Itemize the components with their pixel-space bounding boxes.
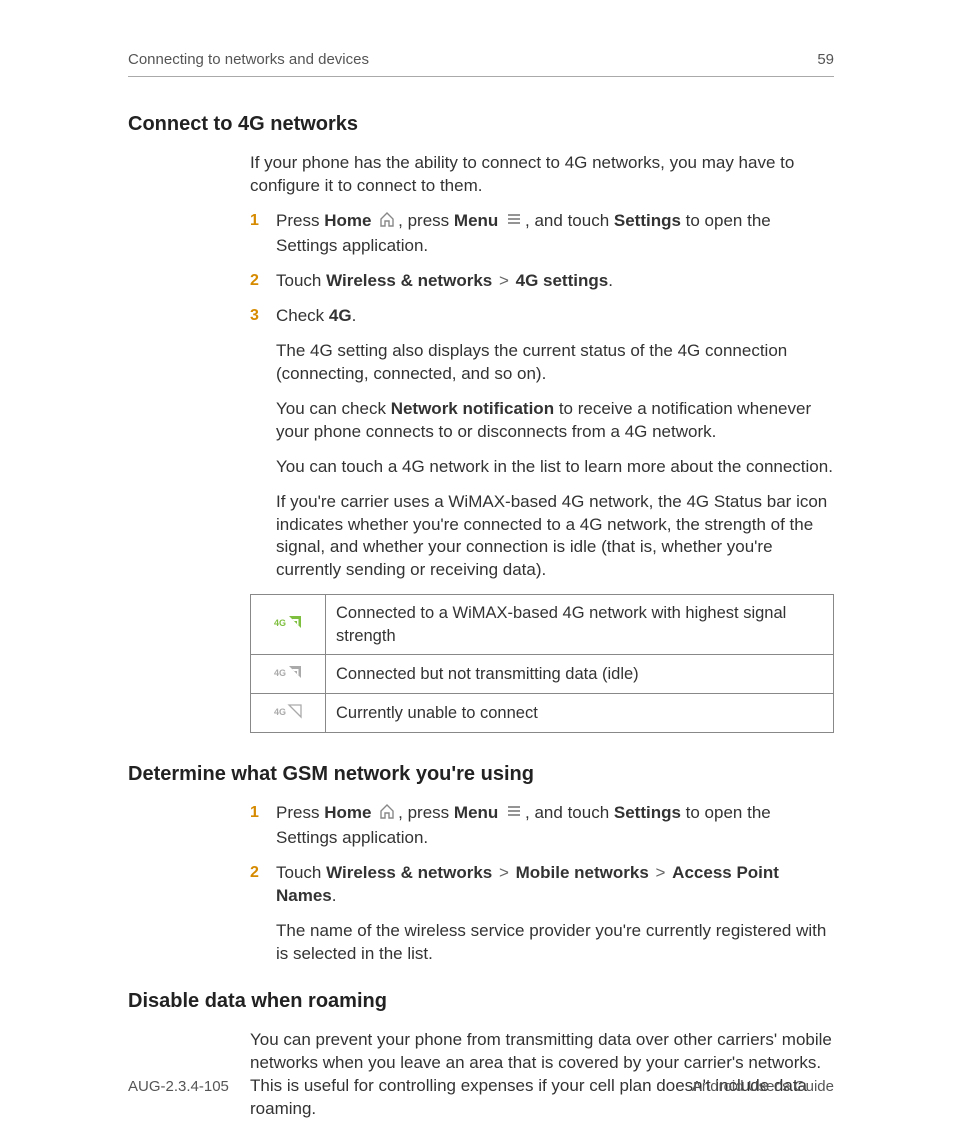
footer-left: AUG-2.3.4-105 (128, 1077, 229, 1097)
step-text: Touch Wireless & networks > 4G settings. (276, 270, 834, 293)
table-row: Connected but not transmitting data (idl… (251, 654, 834, 693)
step-number: 3 (250, 305, 259, 327)
step-2: 2 Touch Wireless & networks > 4G setting… (250, 270, 834, 293)
paragraph: You can check Network notification to re… (276, 398, 834, 444)
paragraph: If you're carrier uses a WiMAX-based 4G … (276, 491, 834, 583)
step-2: 2 Touch Wireless & networks > Mobile net… (250, 862, 834, 966)
signal-icon-table: Connected to a WiMAX-based 4G network wi… (250, 594, 834, 733)
label-settings: Settings (614, 803, 681, 822)
label-menu: Menu (454, 211, 498, 230)
heading-disable-roaming: Disable data when roaming (128, 988, 834, 1015)
step-number: 2 (250, 862, 259, 884)
page-content: Connecting to networks and devices 59 Co… (128, 50, 834, 1133)
step-number: 1 (250, 802, 259, 824)
table-row: Connected to a WiMAX-based 4G network wi… (251, 595, 834, 655)
signal-4g-idle-icon (272, 662, 304, 686)
cell-icon (251, 654, 326, 693)
header-title: Connecting to networks and devices (128, 50, 369, 70)
paragraph: The 4G setting also displays the current… (276, 340, 834, 386)
label-home: Home (324, 211, 371, 230)
label-4g: 4G (329, 306, 352, 325)
step-number: 2 (250, 270, 259, 292)
step-text: Touch Wireless & networks > Mobile netwo… (276, 862, 834, 908)
cell-icon (251, 694, 326, 733)
step-3: 3 Check 4G. The 4G setting also displays… (250, 305, 834, 582)
cell-icon (251, 595, 326, 655)
step-number: 1 (250, 210, 259, 232)
label-network-notification: Network notification (391, 399, 554, 418)
step-1: 1 Press Home , press Menu , and touch Se… (250, 802, 834, 850)
label-wireless-networks: Wireless & networks (326, 271, 492, 290)
step-1: 1 Press Home , press Menu , and touch Se… (250, 210, 834, 258)
label-settings: Settings (614, 211, 681, 230)
page-footer: AUG-2.3.4-105 Android User's Guide (128, 1077, 834, 1097)
intro-paragraph: If your phone has the ability to connect… (250, 152, 834, 198)
label-menu: Menu (454, 803, 498, 822)
step-text: Press Home , press Menu , and touch Sett… (276, 210, 834, 258)
label-home: Home (324, 803, 371, 822)
paragraph: You can prevent your phone from transmit… (250, 1029, 834, 1121)
signal-4g-green-icon (272, 612, 304, 636)
menu-icon (505, 210, 523, 235)
table-row: Currently unable to connect (251, 694, 834, 733)
signal-4g-unable-icon (272, 701, 304, 725)
section-body: 1 Press Home , press Menu , and touch Se… (250, 802, 834, 966)
footer-right: Android User's Guide (692, 1077, 834, 1097)
section-body: You can prevent your phone from transmit… (250, 1029, 834, 1121)
cell-desc: Connected but not transmitting data (idl… (326, 654, 834, 693)
home-icon (378, 802, 396, 827)
home-icon (378, 210, 396, 235)
paragraph: The name of the wireless service provide… (276, 920, 834, 966)
heading-connect-4g: Connect to 4G networks (128, 111, 834, 138)
label-mobile-networks: Mobile networks (516, 863, 649, 882)
label-4g-settings: 4G settings (516, 271, 609, 290)
heading-gsm-network: Determine what GSM network you're using (128, 761, 834, 788)
header-page-number: 59 (817, 50, 834, 70)
label-wireless-networks: Wireless & networks (326, 863, 492, 882)
running-header: Connecting to networks and devices 59 (128, 50, 834, 77)
menu-icon (505, 802, 523, 827)
paragraph: You can touch a 4G network in the list t… (276, 456, 834, 479)
step-text: Check 4G. (276, 305, 834, 328)
cell-desc: Currently unable to connect (326, 694, 834, 733)
step-text: Press Home , press Menu , and touch Sett… (276, 802, 834, 850)
section-body: If your phone has the ability to connect… (250, 152, 834, 733)
cell-desc: Connected to a WiMAX-based 4G network wi… (326, 595, 834, 655)
